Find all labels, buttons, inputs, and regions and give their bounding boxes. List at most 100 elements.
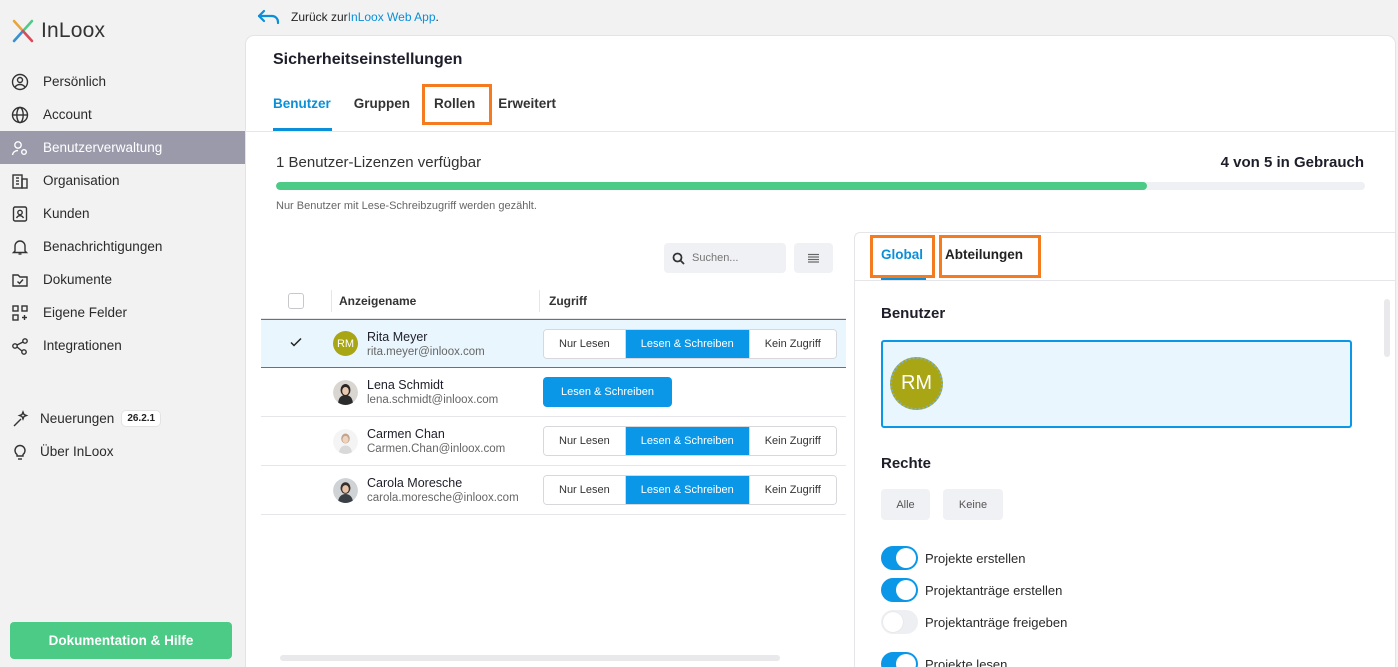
permission-item[interactable]: Projekte lesen <box>881 652 1007 667</box>
users-heading: Benutzer <box>881 305 946 322</box>
sidebar-item-label: Account <box>43 107 92 122</box>
sidebar-item-kunden[interactable]: Kunden <box>0 197 246 230</box>
sidebar-item-label: Organisation <box>43 173 120 188</box>
rights-heading: Rechte <box>881 455 932 472</box>
lightbulb-icon <box>11 443 29 461</box>
access-option-read-write[interactable]: Lesen & Schreiben <box>624 329 749 358</box>
bell-icon <box>11 238 29 256</box>
access-option-no-access[interactable]: Kein Zugriff <box>748 329 836 358</box>
sidebar-item-eigene-felder[interactable]: Eigene Felder <box>0 296 246 329</box>
permission-item[interactable]: Projektanträge erstellen <box>881 578 1062 602</box>
permission-toggle[interactable] <box>881 578 918 602</box>
table-horizontal-scrollbar[interactable] <box>266 654 846 662</box>
access-option-no-access[interactable]: Kein Zugriff <box>748 427 836 455</box>
search-input[interactable] <box>692 252 782 264</box>
table-row[interactable]: Lena Schmidt lena.schmidt@inloox.com Les… <box>261 368 846 417</box>
sidebar-item-neuerungen[interactable]: Neuerungen 26.2.1 <box>0 402 246 435</box>
back-link-suffix: . <box>435 10 439 24</box>
highlight-global <box>870 235 935 278</box>
permission-toggle[interactable] <box>881 610 918 634</box>
user-email: carola.moresche@inloox.com <box>367 492 519 504</box>
documentation-help-button[interactable]: Dokumentation & Hilfe <box>10 622 232 659</box>
tab-benutzer[interactable]: Benutzer <box>273 96 331 118</box>
sidebar-item-benutzerverwaltung[interactable]: Benutzerverwaltung <box>0 131 246 164</box>
sidebar-item-account[interactable]: Account <box>0 98 246 131</box>
tab-erweitert[interactable]: Erweitert <box>498 96 556 118</box>
license-usage-text: 4 von 5 in Gebrauch <box>1220 154 1364 171</box>
checkmark-icon[interactable] <box>288 334 304 350</box>
sidebar-item-persoenlich[interactable]: Persönlich <box>0 65 246 98</box>
back-arrow-icon <box>257 9 280 25</box>
role-details-panel: Global Abteilungen Benutzer RM Rechte Al… <box>854 232 1396 667</box>
permission-label: Projekte lesen <box>925 656 1008 667</box>
sidebar-item-label: Dokumente <box>43 272 113 287</box>
security-settings-card: Sicherheitseinstellungen Benutzer Gruppe… <box>246 36 1396 667</box>
inloox-logo[interactable]: InLoox <box>11 17 105 45</box>
access-option-read-only[interactable]: Nur Lesen <box>544 427 625 455</box>
contact-card-icon <box>11 205 29 223</box>
sidebar-nav: Persönlich Account Benutzerverwaltung Or… <box>0 65 246 362</box>
search-icon <box>672 252 685 265</box>
sidebar-item-label: Neuerungen <box>40 411 115 426</box>
folder-icon <box>11 271 29 289</box>
user-email: Carmen.Chan@inloox.com <box>367 443 506 455</box>
select-no-rights-button[interactable]: Keine <box>943 489 1003 520</box>
access-segmented-control: Nur Lesen Lesen & Schreiben Kein Zugriff <box>543 328 837 359</box>
highlight-rollen <box>422 84 492 125</box>
sidebar-item-benachrichtigungen[interactable]: Benachrichtigungen <box>0 230 246 263</box>
table-row[interactable]: Carmen Chan Carmen.Chan@inloox.com Nur L… <box>261 417 846 466</box>
search-box[interactable] <box>664 243 786 273</box>
sidebar-item-integrationen[interactable]: Integrationen <box>0 329 246 362</box>
select-all-rights-button[interactable]: Alle <box>881 489 930 520</box>
scrollbar-thumb[interactable] <box>280 655 780 661</box>
inloox-logo-icon <box>12 19 34 43</box>
header-anzeigename[interactable]: Anzeigename <box>331 294 539 308</box>
tabs-divider <box>246 131 1395 132</box>
access-option-read-only[interactable]: Nur Lesen <box>544 476 625 504</box>
version-badge: 26.2.1 <box>122 411 161 426</box>
user-email: lena.schmidt@inloox.com <box>367 394 499 406</box>
sidebar-item-label: Benachrichtigungen <box>43 239 163 254</box>
access-segmented-control: Nur Lesen Lesen & Schreiben Kein Zugriff <box>543 426 837 456</box>
back-link-prefix: Zurück zur <box>291 10 348 24</box>
permission-label: Projekte erstellen <box>925 550 1026 566</box>
back-link-target[interactable]: InLoox Web App <box>348 10 436 24</box>
select-all-checkbox[interactable] <box>288 293 304 309</box>
share-icon <box>11 337 29 355</box>
table-row[interactable]: RM Rita Meyer rita.meyer@inloox.com Nur … <box>261 319 846 368</box>
globe-icon <box>11 106 29 124</box>
highlight-abteilungen <box>939 235 1041 278</box>
sidebar-item-label: Über InLoox <box>40 444 114 459</box>
user-name: Carmen Chan <box>367 427 445 441</box>
sidebar-item-dokumente[interactable]: Dokumente <box>0 263 246 296</box>
avatar <box>333 379 358 405</box>
license-progress-bar <box>276 182 1365 190</box>
back-link[interactable]: Zurück zur InLoox Web App. <box>257 7 439 27</box>
license-note: Nur Benutzer mit Lese-Schreibzugriff wer… <box>276 200 537 212</box>
assigned-users-box[interactable]: RM <box>881 340 1352 428</box>
permission-toggle[interactable] <box>881 546 918 570</box>
access-read-write-button[interactable]: Lesen & Schreiben <box>543 377 672 407</box>
access-segmented-control: Nur Lesen Lesen & Schreiben Kein Zugriff <box>543 475 837 505</box>
tab-gruppen[interactable]: Gruppen <box>354 96 410 118</box>
column-options-button[interactable] <box>794 243 833 273</box>
access-option-no-access[interactable]: Kein Zugriff <box>748 476 836 504</box>
table-header: Anzeigename Zugriff <box>261 284 846 319</box>
logo-text: InLoox <box>41 19 106 42</box>
permission-toggle[interactable] <box>881 652 918 667</box>
sidebar-item-label: Persönlich <box>43 74 107 89</box>
sidebar-item-label: Eigene Felder <box>43 305 128 320</box>
panel-vertical-scrollbar[interactable] <box>1384 299 1390 357</box>
access-option-read-write[interactable]: Lesen & Schreiben <box>624 476 749 504</box>
access-option-read-write[interactable]: Lesen & Schreiben <box>624 427 749 455</box>
access-option-read-only[interactable]: Nur Lesen <box>544 329 625 358</box>
avatar[interactable]: RM <box>890 357 943 410</box>
permission-item[interactable]: Projektanträge freigeben <box>881 610 1067 634</box>
users-gear-icon <box>11 139 29 157</box>
sidebar-bottom: Neuerungen 26.2.1 Über InLoox <box>0 402 246 468</box>
header-zugriff[interactable]: Zugriff <box>539 294 587 308</box>
sidebar-item-organisation[interactable]: Organisation <box>0 164 246 197</box>
permission-item[interactable]: Projekte erstellen <box>881 546 1025 570</box>
table-row[interactable]: Carola Moresche carola.moresche@inloox.c… <box>261 466 846 515</box>
sidebar-item-ueber-inloox[interactable]: Über InLoox <box>0 435 246 468</box>
